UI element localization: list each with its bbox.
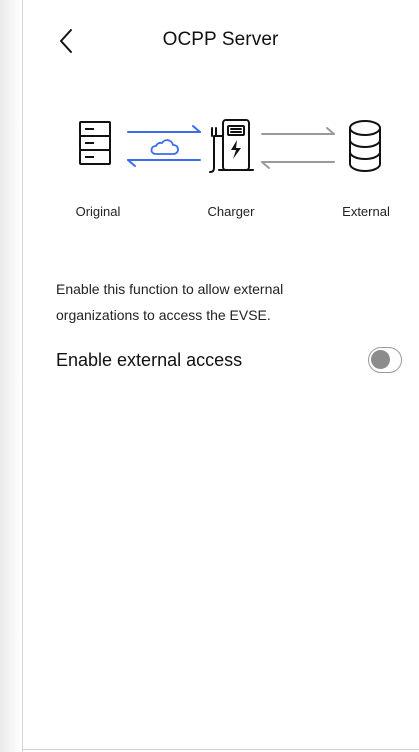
- label-charger: Charger: [207, 204, 255, 219]
- external-access-label: Enable external access: [56, 350, 243, 370]
- toggle-knob: [371, 350, 390, 369]
- bolt-icon: [231, 140, 241, 159]
- description-line-2: organizations to access the EVSE.: [56, 307, 271, 323]
- link-charger-external: [261, 127, 335, 169]
- description-line-1: Enable this function to allow external: [56, 281, 284, 297]
- external-access-row: Enable external access: [56, 346, 406, 378]
- window-bottom-border: [22, 749, 419, 750]
- label-original: Original: [75, 204, 121, 219]
- ev-charger-icon: [209, 119, 254, 173]
- external-access-toggle[interactable]: [368, 347, 402, 373]
- label-external: External: [342, 204, 390, 219]
- cloud-icon: [150, 139, 179, 155]
- window-left-border: [22, 0, 23, 752]
- diagram-labels: Original Charger External: [40, 204, 419, 224]
- app-screen: OCPP Server Original Charger External En…: [0, 0, 419, 752]
- window-shadow-edge: [0, 0, 22, 752]
- page-title: OCPP Server: [162, 29, 279, 50]
- header: OCPP Server: [22, 0, 419, 84]
- description-text: Enable this function to allow external o…: [56, 276, 356, 328]
- connection-diagram: [79, 119, 381, 173]
- database-icon: [349, 120, 381, 172]
- server-stack-icon: [79, 121, 111, 165]
